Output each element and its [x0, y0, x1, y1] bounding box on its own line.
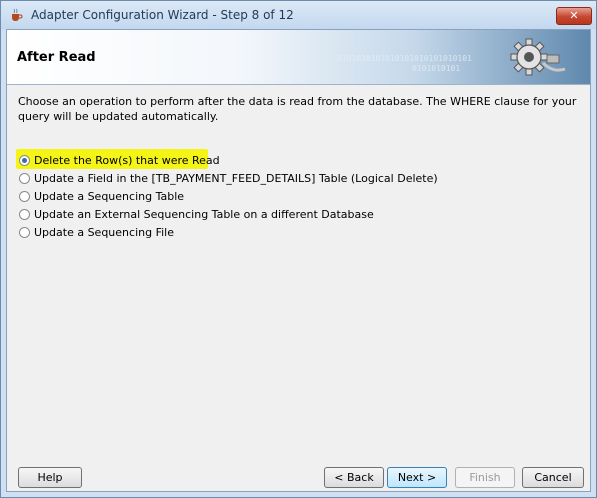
- window-title: Adapter Configuration Wizard - Step 8 of…: [31, 8, 294, 22]
- instructions-text: Choose an operation to perform after the…: [18, 95, 577, 123]
- finish-button[interactable]: Finish: [455, 467, 515, 488]
- radio-sequencing-file[interactable]: [19, 226, 30, 238]
- option-label-sequencing-table: Update a Sequencing Table: [34, 189, 185, 203]
- option-label-external-sequencing-table: Update an External Sequencing Table on a…: [34, 207, 374, 221]
- page-title: After Read: [17, 50, 96, 65]
- after-read-options: Delete the Row(s) that were Read Update …: [16, 149, 438, 241]
- option-sequencing-table[interactable]: Update a Sequencing Table: [19, 187, 438, 205]
- option-label-sequencing-file: Update a Sequencing File: [34, 225, 174, 239]
- option-label-logical-delete: Update a Field in the [TB_PAYMENT_FEED_D…: [34, 171, 438, 185]
- option-sequencing-file[interactable]: Update a Sequencing File: [19, 223, 438, 241]
- coffee-cup-icon: [12, 8, 23, 21]
- binary-decoration: 0101010101010101010101010101: [337, 54, 472, 63]
- gear-plug-icon: [510, 38, 566, 76]
- option-external-sequencing-table[interactable]: Update an External Sequencing Table on a…: [19, 205, 438, 223]
- next-button[interactable]: Next >: [387, 467, 447, 488]
- option-logical-delete[interactable]: Update a Field in the [TB_PAYMENT_FEED_D…: [19, 169, 438, 187]
- option-label-delete-rows: Delete the Row(s) that were Read: [34, 153, 220, 167]
- wizard-content: After Read 0101010101010101010101010101 …: [6, 29, 591, 492]
- radio-sequencing-table[interactable]: [19, 190, 30, 202]
- cancel-button[interactable]: Cancel: [522, 467, 584, 488]
- radio-logical-delete[interactable]: [19, 172, 30, 184]
- step-banner: After Read 0101010101010101010101010101 …: [7, 30, 590, 85]
- close-button[interactable]: ✕: [556, 7, 592, 25]
- radio-delete-rows[interactable]: [19, 154, 30, 166]
- help-button[interactable]: Help: [18, 467, 82, 488]
- title-bar[interactable]: Adapter Configuration Wizard - Step 8 of…: [1, 1, 596, 29]
- option-delete-rows[interactable]: Delete the Row(s) that were Read: [16, 149, 438, 169]
- radio-external-sequencing-table[interactable]: [19, 208, 30, 220]
- binary-decoration-2: 0101010101: [412, 64, 461, 73]
- wizard-window: Adapter Configuration Wizard - Step 8 of…: [0, 0, 597, 498]
- back-button[interactable]: < Back: [324, 467, 384, 488]
